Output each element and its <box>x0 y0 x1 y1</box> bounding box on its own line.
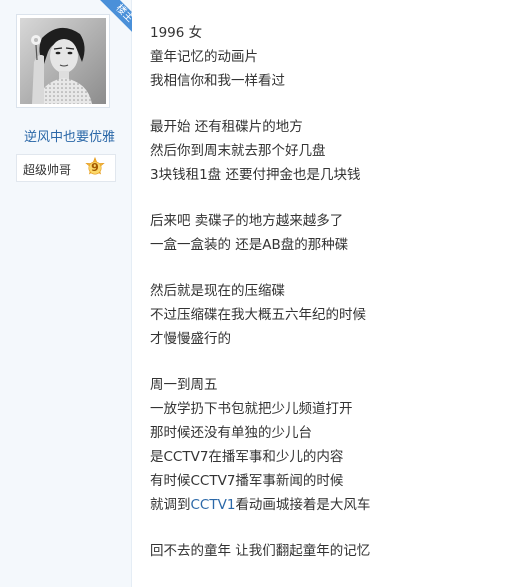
post-text-line: 最开始 还有租碟片的地方 <box>150 115 510 139</box>
paragraph-break <box>150 257 510 279</box>
post-text-line: 一放学扔下书包就把少儿频道打开 <box>150 397 510 421</box>
post-text-line: 那时候还没有单独的少儿台 <box>150 421 510 445</box>
post-text: 就调到 <box>150 497 191 513</box>
post-text: 看动画城接着是大风车 <box>235 497 371 513</box>
post-text: 周一到周五 <box>150 377 218 393</box>
rank-label: 超级帅哥 <box>23 163 72 177</box>
post-text-line: 周一到周五 <box>150 373 510 397</box>
thread-author-badge: 楼主 <box>92 0 132 40</box>
post-text: 然后就是现在的压缩碟 <box>150 283 285 299</box>
post-text: 那时候还没有单独的少儿台 <box>150 425 312 441</box>
post-text: 是CCTV7在播军事和少儿的内容 <box>150 449 344 465</box>
author-sidebar: 楼主 逆风中也要优雅 超级帅哥 9 <box>0 0 132 587</box>
post-text-line: 3块钱租1盘 还要付押金也是几块钱 <box>150 163 510 187</box>
post-text: 后来吧 卖碟子的地方越来越多了 <box>150 213 344 229</box>
paragraph-break <box>150 93 510 115</box>
post-text: 我相信你和我一样看过 <box>150 73 285 89</box>
level-icon: 9 <box>84 156 106 179</box>
post-text-line: 是CCTV7在播军事和少儿的内容 <box>150 445 510 469</box>
post-text-line: 我相信你和我一样看过 <box>150 69 510 93</box>
post-text-line: 才慢慢盛行的 <box>150 327 510 351</box>
post-content: 1996 女童年记忆的动画片我相信你和我一样看过最开始 还有租碟片的地方然后你到… <box>150 21 510 563</box>
post-text-line: 不过压缩碟在我大概五六年纪的时候 <box>150 303 510 327</box>
post-text: 才慢慢盛行的 <box>150 331 231 347</box>
post-text-line: 后来吧 卖碟子的地方越来越多了 <box>150 209 510 233</box>
rank-badge[interactable]: 超级帅哥 9 <box>16 154 116 182</box>
post-text-line: 回不去的童年 让我们翻起童年的记忆 <box>150 539 510 563</box>
post-text-line: 一盒一盒装的 还是AB盘的那种碟 <box>150 233 510 257</box>
post-text: 有时候CCTV7播军事新闻的时候 <box>150 473 344 489</box>
paragraph-break <box>150 517 510 539</box>
post-text-line: 有时候CCTV7播军事新闻的时候 <box>150 469 510 493</box>
post-text: 回不去的童年 让我们翻起童年的记忆 <box>150 543 371 559</box>
post-text: 童年记忆的动画片 <box>150 49 258 65</box>
post-page: 楼主 逆风中也要优雅 超级帅哥 9 1996 女童年记忆的动画片我相信你和我一样… <box>0 0 522 587</box>
post-text-line: 然后你到周末就去那个好几盘 <box>150 139 510 163</box>
paragraph-break <box>150 187 510 209</box>
paragraph-break <box>150 351 510 373</box>
post-text: 3块钱租1盘 还要付押金也是几块钱 <box>150 167 361 183</box>
post-text: 一盒一盒装的 还是AB盘的那种碟 <box>150 237 349 253</box>
post-text-line: 童年记忆的动画片 <box>150 45 510 69</box>
post-text-line: 1996 女 <box>150 21 510 45</box>
post-text: 不过压缩碟在我大概五六年纪的时候 <box>150 307 366 323</box>
post-text-line: 然后就是现在的压缩碟 <box>150 279 510 303</box>
post-text: 1996 女 <box>150 25 203 41</box>
post-text: 一放学扔下书包就把少儿频道打开 <box>150 401 353 417</box>
level-number: 9 <box>91 161 99 174</box>
post-text-line: 就调到CCTV1看动画城接着是大风车 <box>150 493 510 517</box>
post-text: 最开始 还有租碟片的地方 <box>150 119 303 135</box>
badge-label: 楼主 <box>99 0 132 39</box>
channel-link[interactable]: CCTV1 <box>191 497 236 513</box>
username-link[interactable]: 逆风中也要优雅 <box>24 126 115 145</box>
post-text: 然后你到周末就去那个好几盘 <box>150 143 326 159</box>
